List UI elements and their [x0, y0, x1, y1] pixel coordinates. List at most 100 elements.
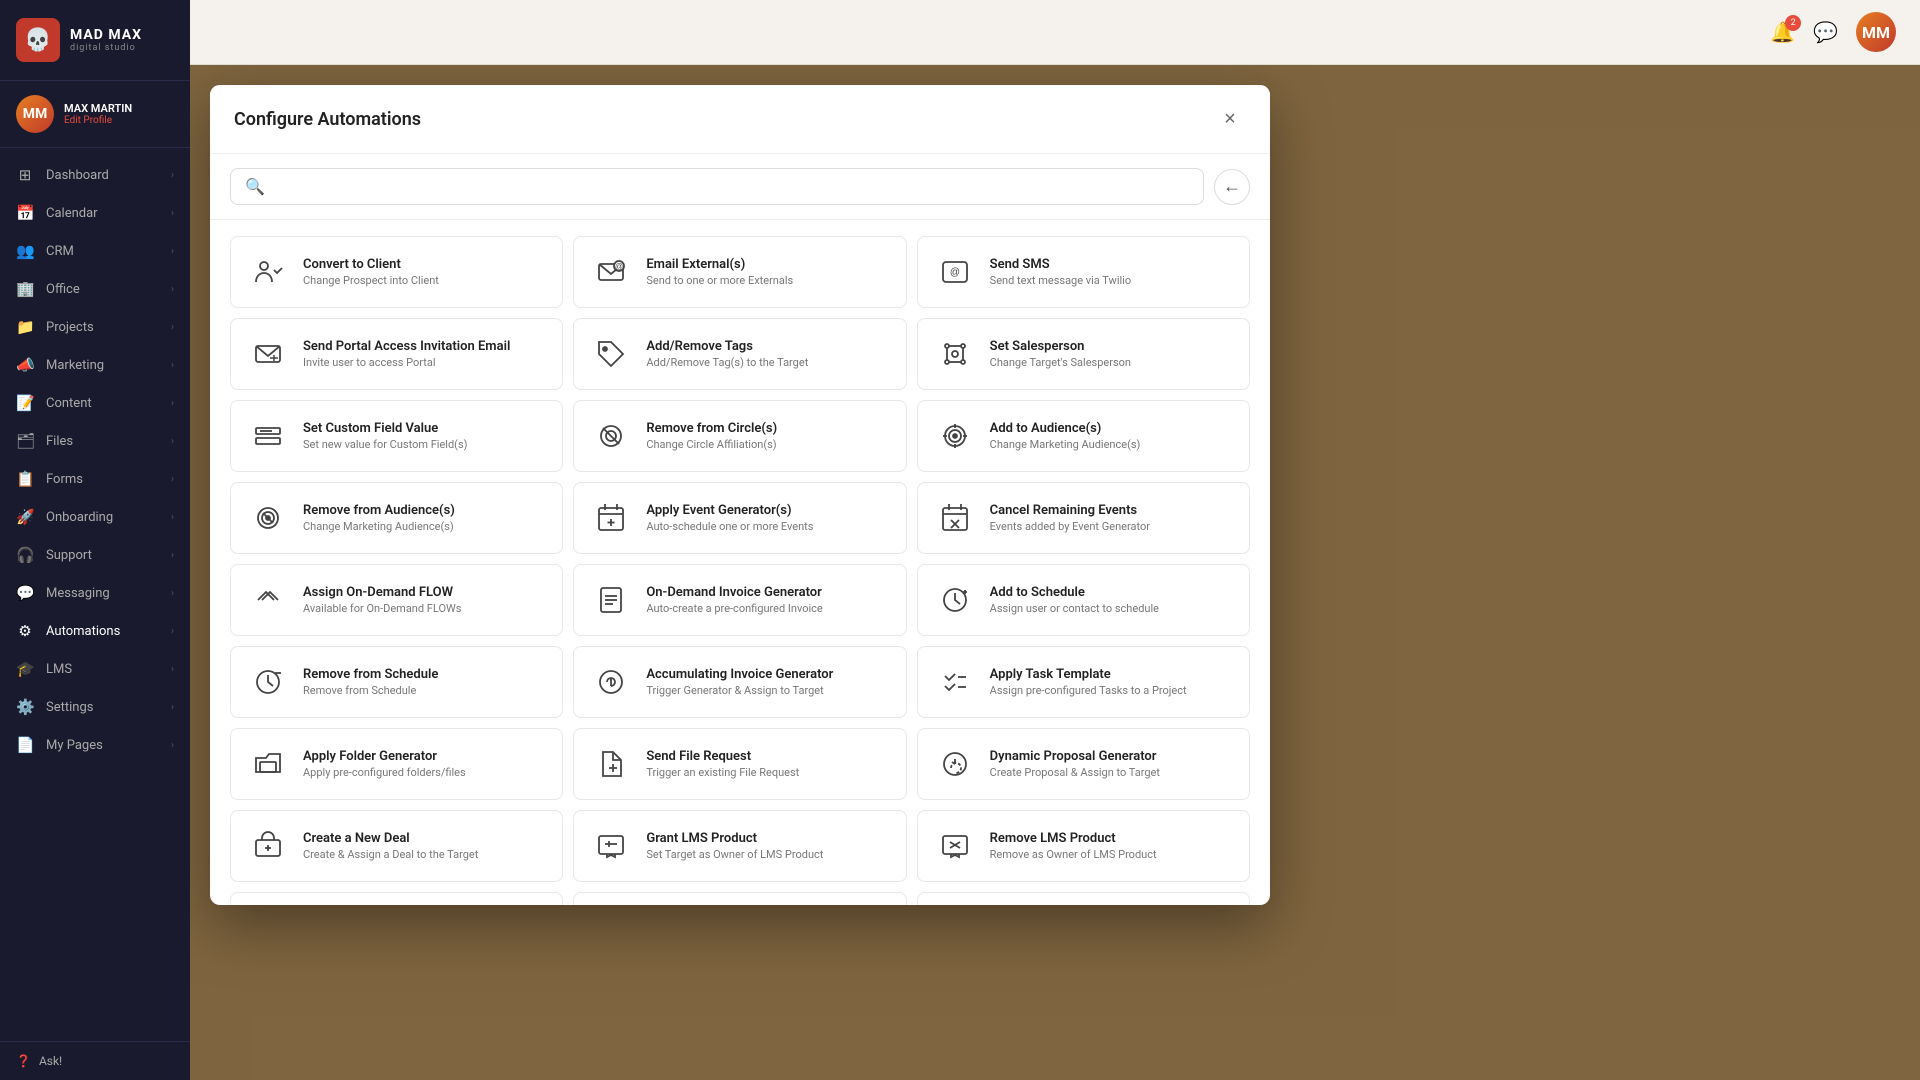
- automation-card-apply-folder-generator[interactable]: Apply Folder Generator Apply pre-configu…: [230, 728, 563, 800]
- automation-card-apply-task-template[interactable]: Apply Task Template Assign pre-configure…: [917, 646, 1250, 718]
- card-title-create-a-new-deal: Create a New Deal: [303, 831, 478, 846]
- sidebar-item-projects[interactable]: 📁Projects ›: [0, 308, 190, 346]
- ask-button[interactable]: ❓ Ask!: [16, 1054, 174, 1068]
- automation-card-webhook-notification[interactable]: Webhook Notification Fire a webhook to y…: [230, 892, 563, 905]
- notification-bell[interactable]: 🔔 2: [1770, 20, 1795, 44]
- automation-card-accumulating-invoice-generator[interactable]: Accumulating Invoice Generator Trigger G…: [573, 646, 906, 718]
- logo-icon: 💀: [16, 18, 60, 62]
- search-box: 🔍: [230, 168, 1204, 205]
- chevron-icon: ›: [171, 208, 174, 219]
- avatar: MM: [16, 95, 54, 133]
- logo-subtitle: digital studio: [70, 43, 142, 53]
- settings-icon: ⚙️: [16, 698, 34, 716]
- card-icon-send-portal-access: [247, 333, 289, 375]
- card-desc-on-demand-invoice-generator: Auto-create a pre-configured Invoice: [646, 602, 822, 615]
- card-title-send-sms: Send SMS: [990, 257, 1131, 272]
- automation-card-email-externals[interactable]: @ Email External(s) Send to one or more …: [573, 236, 906, 308]
- automation-card-add-to-checklists[interactable]: Add to Checklists Assign Target to Check…: [573, 892, 906, 905]
- messages-icon[interactable]: 💬: [1813, 20, 1838, 44]
- sidebar-item-forms[interactable]: 📋Forms ›: [0, 460, 190, 498]
- sidebar-item-support[interactable]: 🎧Support ›: [0, 536, 190, 574]
- card-desc-accumulating-invoice-generator: Trigger Generator & Assign to Target: [646, 684, 833, 697]
- chevron-icon: ›: [171, 436, 174, 447]
- automation-card-on-demand-invoice-generator[interactable]: On-Demand Invoice Generator Auto-create …: [573, 564, 906, 636]
- svg-text:@: @: [615, 262, 623, 271]
- projects-icon: 📁: [16, 318, 34, 336]
- sidebar-item-files[interactable]: 🗂Files ›: [0, 422, 190, 460]
- automation-card-send-sms[interactable]: @ Send SMS Send text message via Twilio: [917, 236, 1250, 308]
- mypages-icon: 📄: [16, 736, 34, 754]
- automation-card-send-file-request[interactable]: Send File Request Trigger an existing Fi…: [573, 728, 906, 800]
- card-icon-apply-task-template: [934, 661, 976, 703]
- back-button[interactable]: ←: [1214, 169, 1250, 205]
- logo: 💀 MAD MAX digital studio: [0, 0, 190, 81]
- chevron-icon: ›: [171, 284, 174, 295]
- chevron-icon: ›: [171, 398, 174, 409]
- sidebar-item-settings[interactable]: ⚙️Settings ›: [0, 688, 190, 726]
- sidebar-item-calendar[interactable]: 📅Calendar ›: [0, 194, 190, 232]
- card-title-apply-event-generator: Apply Event Generator(s): [646, 503, 813, 518]
- card-icon-create-a-new-deal: [247, 825, 289, 867]
- card-icon-accumulating-invoice-generator: [590, 661, 632, 703]
- modal-close-button[interactable]: ×: [1214, 103, 1246, 135]
- automation-card-apply-event-generator[interactable]: Apply Event Generator(s) Auto-schedule o…: [573, 482, 906, 554]
- card-icon-remove-from-audiences: [247, 497, 289, 539]
- card-icon-remove-from-circle: [590, 415, 632, 457]
- automation-card-dynamic-proposal-generator[interactable]: Dynamic Proposal Generator Create Propos…: [917, 728, 1250, 800]
- card-desc-create-a-new-deal: Create & Assign a Deal to the Target: [303, 848, 478, 861]
- chevron-icon: ›: [171, 740, 174, 751]
- automation-card-remove-lms-product[interactable]: Remove LMS Product Remove as Owner of LM…: [917, 810, 1250, 882]
- automation-card-set-salesperson[interactable]: Set Salesperson Change Target's Salesper…: [917, 318, 1250, 390]
- card-icon-apply-event-generator: [590, 497, 632, 539]
- automation-card-convert-to-client[interactable]: Convert to Client Change Prospect into C…: [230, 236, 563, 308]
- sidebar-item-dashboard[interactable]: ⊞Dashboard ›: [0, 156, 190, 194]
- card-icon-remove-lms-product: [934, 825, 976, 867]
- notification-badge: 2: [1785, 15, 1801, 31]
- automation-card-remove-from-audiences[interactable]: Remove from Audience(s) Change Marketing…: [230, 482, 563, 554]
- user-edit-profile[interactable]: Edit Profile: [64, 115, 132, 126]
- card-title-dynamic-proposal-generator: Dynamic Proposal Generator: [990, 749, 1160, 764]
- messaging-icon: 💬: [16, 584, 34, 602]
- automation-card-grant-lms-product[interactable]: Grant LMS Product Set Target as Owner of…: [573, 810, 906, 882]
- modal-header: Configure Automations ×: [210, 85, 1270, 154]
- automation-card-add-to-schedule[interactable]: Add to Schedule Assign user or contact t…: [917, 564, 1250, 636]
- automation-card-add-to-audiences[interactable]: Add to Audience(s) Change Marketing Audi…: [917, 400, 1250, 472]
- card-title-grant-lms-product: Grant LMS Product: [646, 831, 823, 846]
- automation-card-cancel-remaining-events[interactable]: Cancel Remaining Events Events added by …: [917, 482, 1250, 554]
- sidebar-item-automations[interactable]: ⚙Automations ›: [0, 612, 190, 650]
- automation-card-remove-from-schedule[interactable]: Remove from Schedule Remove from Schedul…: [230, 646, 563, 718]
- sidebar-item-marketing[interactable]: 📣Marketing ›: [0, 346, 190, 384]
- chevron-icon: ›: [171, 360, 174, 371]
- automation-card-set-custom-field[interactable]: Set Custom Field Value Set new value for…: [230, 400, 563, 472]
- card-title-apply-folder-generator: Apply Folder Generator: [303, 749, 466, 764]
- card-title-email-externals: Email External(s): [646, 257, 793, 272]
- card-title-send-portal-access: Send Portal Access Invitation Email: [303, 339, 510, 354]
- card-title-remove-from-audiences: Remove from Audience(s): [303, 503, 455, 518]
- automation-card-send-portal-access[interactable]: Send Portal Access Invitation Email Invi…: [230, 318, 563, 390]
- sidebar-item-onboarding[interactable]: 🚀Onboarding ›: [0, 498, 190, 536]
- card-icon-send-file-request: [590, 743, 632, 785]
- card-desc-send-file-request: Trigger an existing File Request: [646, 766, 799, 779]
- sidebar-item-messaging[interactable]: 💬Messaging ›: [0, 574, 190, 612]
- sidebar-user[interactable]: MM MAX MARTIN Edit Profile: [0, 81, 190, 148]
- automation-card-create-a-new-deal[interactable]: Create a New Deal Create & Assign a Deal…: [230, 810, 563, 882]
- automation-card-remove-from-circle[interactable]: Remove from Circle(s) Change Circle Affi…: [573, 400, 906, 472]
- sidebar-item-office[interactable]: 🏢Office ›: [0, 270, 190, 308]
- card-icon-apply-folder-generator: [247, 743, 289, 785]
- automation-card-add-remove-tags[interactable]: Add/Remove Tags Add/Remove Tag(s) to the…: [573, 318, 906, 390]
- sidebar-item-crm[interactable]: 👥CRM ›: [0, 232, 190, 270]
- topbar-avatar[interactable]: MM: [1856, 12, 1896, 52]
- search-input[interactable]: [275, 179, 1189, 195]
- chevron-icon: ›: [171, 626, 174, 637]
- sidebar-item-mypages[interactable]: 📄My Pages ›: [0, 726, 190, 764]
- card-desc-apply-task-template: Assign pre-configured Tasks to a Project: [990, 684, 1187, 697]
- automation-card-remove-from-checklist[interactable]: Remove from Checklist Remove Target from…: [917, 892, 1250, 905]
- chevron-icon: ›: [171, 550, 174, 561]
- chevron-icon: ›: [171, 702, 174, 713]
- card-title-cancel-remaining-events: Cancel Remaining Events: [990, 503, 1150, 518]
- sidebar-item-content[interactable]: 📝Content ›: [0, 384, 190, 422]
- modal-title: Configure Automations: [234, 109, 421, 130]
- chevron-icon: ›: [171, 474, 174, 485]
- automation-card-assign-on-demand-flow[interactable]: Assign On-Demand FLOW Available for On-D…: [230, 564, 563, 636]
- sidebar-item-lms[interactable]: 🎓LMS ›: [0, 650, 190, 688]
